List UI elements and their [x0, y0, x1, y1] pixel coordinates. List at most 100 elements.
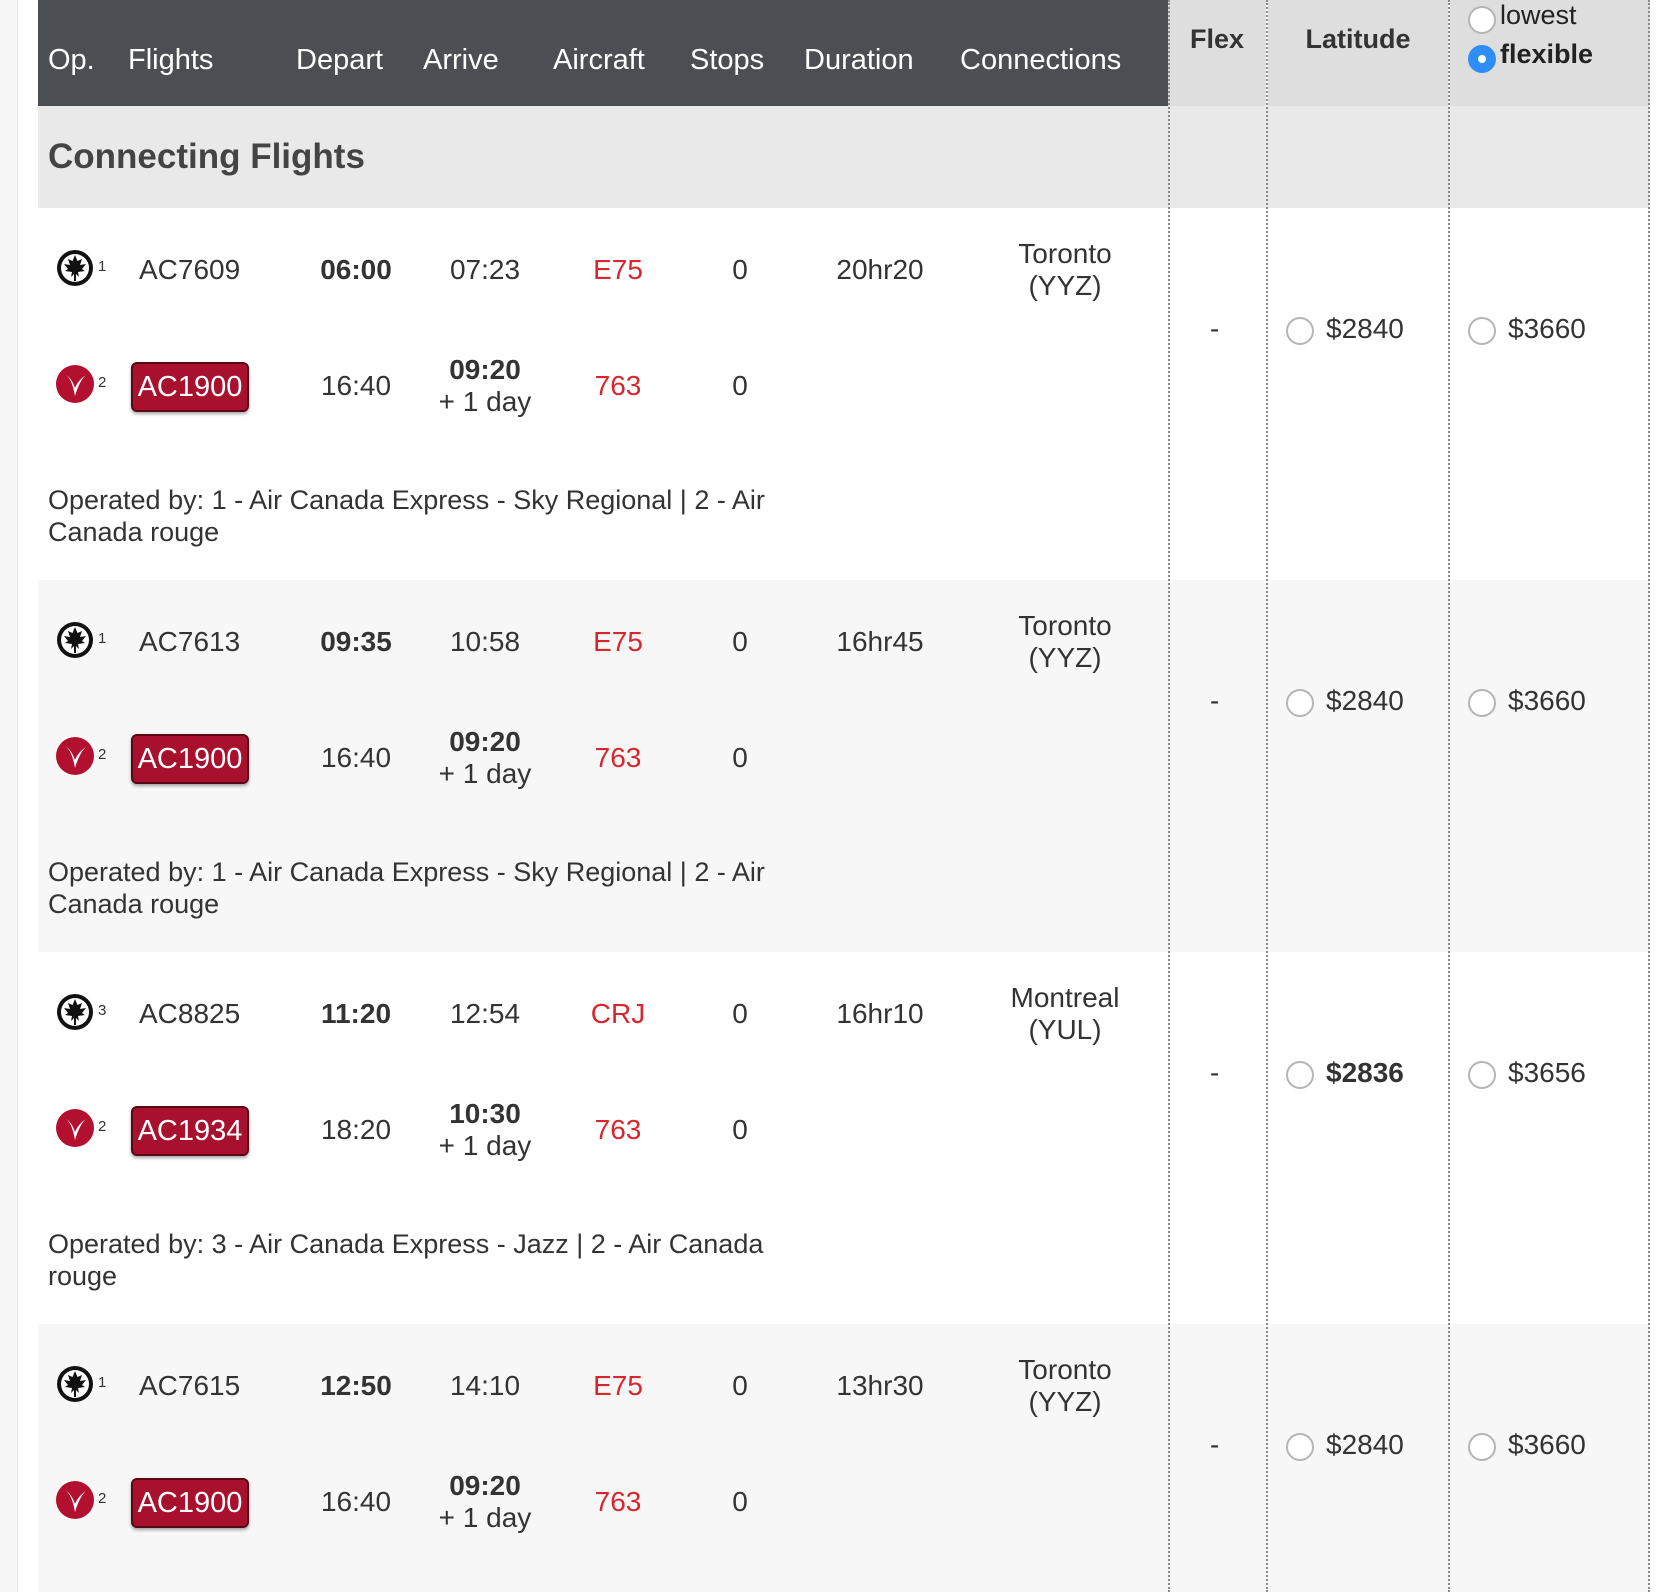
column-header-op: Op.: [48, 44, 95, 76]
operated-by-note: Operated by: 1 - Air Canada Express - Sk…: [48, 485, 765, 547]
operator-number: 2: [98, 746, 107, 763]
aircraft-type-link[interactable]: E75: [568, 626, 668, 658]
flight-number-badge[interactable]: AC1934: [131, 1106, 249, 1156]
arrive-time: 09:20: [449, 1470, 521, 1501]
stops-count: 0: [732, 998, 748, 1029]
latitude-fare-price[interactable]: $2840: [1326, 313, 1404, 345]
flight-number[interactable]: AC7613: [139, 626, 240, 658]
aircraft-type-link[interactable]: 763: [568, 742, 668, 774]
connection-city: Toronto: [1018, 610, 1112, 641]
flight-number[interactable]: AC8825: [139, 998, 240, 1030]
page-left-margin: [0, 0, 18, 1592]
air-canada-maple-leaf-icon: [55, 248, 95, 288]
fare-column-flex: Flex: [1168, 0, 1266, 106]
column-header-arrive: Arrive: [423, 44, 499, 76]
fare-toggle-flexible-label[interactable]: flexible: [1500, 39, 1593, 70]
fare-toggle-lowest-radio[interactable]: [1468, 6, 1496, 34]
arrive-time: 10:58: [449, 626, 521, 657]
arrive-time: 09:20: [449, 726, 521, 757]
depart-time: 18:20: [320, 1114, 392, 1145]
trip-duration: 20hr20: [836, 254, 924, 285]
air-canada-maple-leaf-icon: [55, 1364, 95, 1404]
fare-header-latitude: Latitude: [1305, 24, 1411, 54]
operated-by-note: Operated by: 3 - Air Canada Express - Ja…: [48, 1229, 764, 1291]
operator-number: 1: [98, 258, 107, 275]
flex-fare-unavailable: -: [1210, 313, 1220, 344]
operator-number: 3: [98, 1002, 107, 1019]
depart-time: 11:20: [320, 998, 392, 1029]
flight-number[interactable]: AC7615: [139, 1370, 240, 1402]
column-header-connections: Connections: [960, 44, 1122, 76]
operator-number: 2: [98, 374, 107, 391]
arrive-day-offset: + 1 day: [438, 1130, 532, 1161]
air-canada-rouge-icon: [55, 736, 95, 776]
operator-number: 1: [98, 630, 107, 647]
connection-city: Toronto: [1018, 1354, 1112, 1385]
column-header-depart: Depart: [296, 44, 384, 76]
connection-airport-code: (YYZ): [1028, 1386, 1102, 1417]
latitude-fare-radio[interactable]: [1286, 1433, 1314, 1461]
connection-airport-code: (YUL): [1028, 1014, 1102, 1045]
column-header-duration: Duration: [804, 44, 914, 76]
flexible-fare-price[interactable]: $3660: [1508, 685, 1586, 717]
flight-number-badge[interactable]: AC1900: [131, 362, 249, 412]
flexible-fare-radio[interactable]: [1468, 317, 1496, 345]
arrive-day-offset: + 1 day: [438, 386, 532, 417]
fare-toggle-flexible-radio[interactable]: [1468, 45, 1496, 73]
column-divider: [1266, 0, 1268, 1592]
flexible-fare-price[interactable]: $3660: [1508, 1429, 1586, 1461]
column-divider: [1648, 0, 1650, 1592]
aircraft-type-link[interactable]: 763: [568, 1114, 668, 1146]
flexible-fare-radio[interactable]: [1468, 1061, 1496, 1089]
arrive-day-offset: + 1 day: [438, 1502, 532, 1533]
stops-count: 0: [732, 1486, 748, 1517]
depart-time: 12:50: [320, 1370, 392, 1401]
latitude-fare-radio[interactable]: [1286, 317, 1314, 345]
flight-number-badge[interactable]: AC1900: [131, 1478, 249, 1528]
itinerary-row-4: [38, 1324, 1650, 1592]
stops-count: 0: [732, 1114, 748, 1145]
air-canada-maple-leaf-icon: [55, 620, 95, 660]
column-divider: [1448, 0, 1450, 1592]
fare-column-latitude: Latitude: [1268, 0, 1448, 106]
trip-duration: 16hr45: [836, 626, 924, 657]
flexible-fare-radio[interactable]: [1468, 689, 1496, 717]
arrive-time: 12:54: [449, 998, 521, 1029]
stops-count: 0: [732, 626, 748, 657]
aircraft-type-link[interactable]: 763: [568, 1486, 668, 1518]
fare-toggle-lowest-label[interactable]: lowest: [1500, 0, 1577, 31]
flexible-fare-radio[interactable]: [1468, 1433, 1496, 1461]
arrive-time: 07:23: [449, 254, 521, 285]
aircraft-type-link[interactable]: E75: [568, 1370, 668, 1402]
flex-fare-unavailable: -: [1210, 1057, 1220, 1088]
operator-number: 1: [98, 1374, 107, 1391]
aircraft-type-link[interactable]: CRJ: [568, 998, 668, 1030]
flex-fare-unavailable: -: [1210, 1429, 1220, 1460]
results-table-header: Op. Flights Depart Arrive Aircraft Stops…: [38, 0, 1168, 106]
depart-time: 16:40: [320, 1486, 392, 1517]
arrive-time: 10:30: [449, 1098, 521, 1129]
latitude-fare-price[interactable]: $2836: [1326, 1057, 1404, 1089]
stops-count: 0: [732, 370, 748, 401]
stops-count: 0: [732, 254, 748, 285]
flexible-fare-price[interactable]: $3656: [1508, 1057, 1586, 1089]
flight-number[interactable]: AC7609: [139, 254, 240, 286]
arrive-time: 14:10: [449, 1370, 521, 1401]
depart-time: 16:40: [320, 370, 392, 401]
flight-number-badge[interactable]: AC1900: [131, 734, 249, 784]
latitude-fare-price[interactable]: $2840: [1326, 1429, 1404, 1461]
latitude-fare-radio[interactable]: [1286, 1061, 1314, 1089]
latitude-fare-price[interactable]: $2840: [1326, 685, 1404, 717]
stops-count: 0: [732, 742, 748, 773]
stops-count: 0: [732, 1370, 748, 1401]
operator-number: 2: [98, 1118, 107, 1135]
aircraft-type-link[interactable]: E75: [568, 254, 668, 286]
fare-header-flex: Flex: [1189, 24, 1245, 54]
connection-city: Toronto: [1018, 238, 1112, 269]
flex-fare-unavailable: -: [1210, 685, 1220, 716]
aircraft-type-link[interactable]: 763: [568, 370, 668, 402]
trip-duration: 16hr10: [836, 998, 924, 1029]
column-divider: [1168, 0, 1170, 1592]
flexible-fare-price[interactable]: $3660: [1508, 313, 1586, 345]
latitude-fare-radio[interactable]: [1286, 689, 1314, 717]
